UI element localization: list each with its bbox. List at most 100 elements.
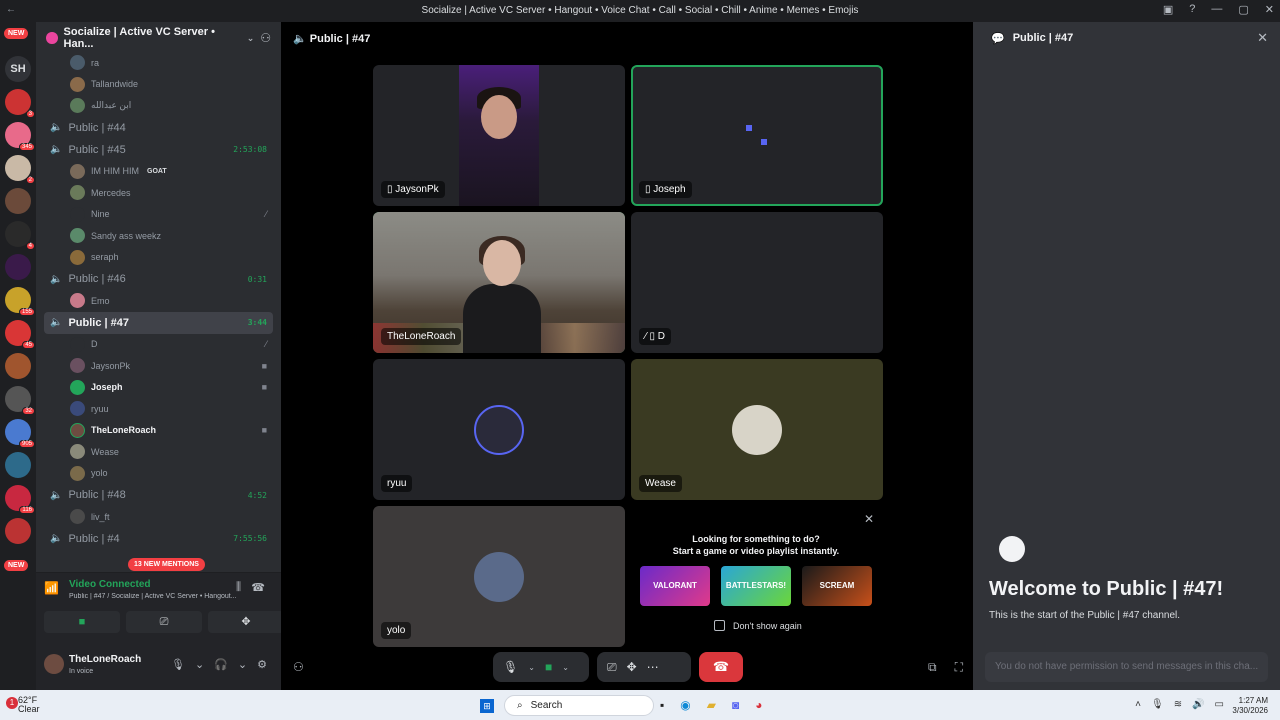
weather-icon[interactable]: 1 [6, 697, 18, 709]
chrome-icon[interactable]: ◕ [755, 698, 762, 712]
chevron-down-icon[interactable]: ⌄ [195, 658, 204, 671]
voice-user[interactable]: TheLoneRoach ■ [36, 420, 281, 442]
chevron-down-icon[interactable]: ⌄ [528, 663, 535, 672]
disconnect-button[interactable]: ☎ [699, 652, 743, 682]
maximize-button[interactable]: ▢ [1238, 3, 1248, 16]
server-icon-sh[interactable]: SH [5, 56, 31, 82]
more-icon[interactable]: ⋯ [647, 660, 659, 674]
wifi-icon[interactable]: ≋ [1174, 699, 1182, 710]
video-tile[interactable]: TheLoneRoach [373, 212, 625, 353]
video-tile[interactable]: ⁄ ▯ D [631, 212, 883, 353]
server-icon[interactable]: 345 [5, 122, 35, 151]
server-icon[interactable]: 116 [5, 485, 35, 514]
clock[interactable]: 1:27 AM 3/30/2026 [1232, 696, 1268, 716]
server-icon[interactable]: 3 [5, 89, 35, 118]
voice-user[interactable]: Nine ⁄ [36, 204, 281, 226]
voice-user[interactable]: Wease [36, 441, 281, 463]
video-tile[interactable]: Wease [631, 359, 883, 500]
taskbar-search[interactable]: ⌕ Search [504, 695, 654, 716]
voice-user[interactable]: JaysonPk ■ [36, 355, 281, 377]
server-header[interactable]: Socialize | Active VC Server • Han... ⌄ … [36, 22, 281, 54]
gear-icon[interactable]: ⚙ [257, 658, 267, 671]
volume-icon[interactable]: 🔊 [1192, 699, 1204, 710]
chevron-down-icon[interactable]: ⌄ [562, 663, 569, 672]
chevron-up-icon[interactable]: ˄ [1135, 699, 1141, 710]
voice-location[interactable]: Public | #47 / Socialize | Active VC Ser… [69, 593, 249, 600]
activity-card[interactable]: SCREAM [802, 566, 872, 606]
fullscreen-icon[interactable]: ⛶ [955, 660, 963, 675]
server-icon[interactable] [5, 353, 31, 379]
voice-channel-47[interactable]: 🔈 Public | #47 3:44 [44, 311, 273, 334]
voice-channel-49[interactable]: 🔈 Public | #4 7:55:56 [44, 528, 273, 550]
avatar[interactable] [44, 654, 64, 674]
server-icon[interactable]: 4 [5, 221, 35, 250]
voice-user[interactable]: seraph [36, 247, 281, 269]
voice-channel-46[interactable]: 🔈 Public | #46 0:31 [44, 268, 273, 290]
microphone-icon[interactable]: 🎙 [1151, 699, 1164, 710]
voice-user[interactable]: Emo [36, 290, 281, 312]
invite-people-icon[interactable]: ⚇ [260, 31, 271, 45]
voice-user[interactable]: Tallandwide [36, 74, 281, 96]
disconnect-icon[interactable]: ☎ [251, 581, 265, 594]
server-icon[interactable]: 155 [5, 287, 35, 316]
task-view-icon[interactable]: ▪ [660, 698, 664, 712]
screen-share-button[interactable]: ⎚ [126, 611, 202, 633]
mic-control[interactable]: 🎙 ⌄ ■ ⌄ [493, 652, 589, 682]
voice-user[interactable]: liv_ft [36, 506, 281, 528]
noise-suppression-icon[interactable]: ⫼ [236, 581, 241, 594]
help-icon[interactable]: ? [1189, 3, 1195, 16]
new-mentions-pill[interactable]: 13 NEW MENTIONS [128, 558, 205, 571]
popout-icon[interactable]: ⧉ [928, 660, 937, 675]
windows-start-icon[interactable]: ⊞ [480, 699, 494, 713]
server-icon[interactable]: 2 [5, 155, 35, 184]
voice-user[interactable]: Joseph ■ [36, 377, 281, 399]
activities-icon[interactable]: ✥ [627, 660, 637, 674]
headphones-icon[interactable]: 🎧 [214, 658, 228, 671]
activity-card[interactable]: BATTLESTARS! [721, 566, 791, 606]
activity-card[interactable]: VALORANT [640, 566, 710, 606]
voice-channel-44[interactable]: 🔈 Public | #44 [44, 117, 273, 139]
activities-button[interactable]: ✥ [208, 611, 284, 633]
battery-icon[interactable]: ▭ [1215, 699, 1224, 710]
voice-channel-48[interactable]: 🔈 Public | #48 4:52 [44, 484, 273, 506]
inbox-icon[interactable]: ▣ [1163, 3, 1173, 16]
dont-show-again-checkbox[interactable]: Don't show again [714, 620, 802, 631]
video-tile[interactable]: ryuu [373, 359, 625, 500]
server-icon[interactable] [5, 452, 31, 478]
server-icon[interactable] [5, 188, 31, 214]
video-tile[interactable]: ▯ JaysonPk [373, 65, 625, 206]
voice-user[interactable]: IM HIM HIM GOAT [36, 161, 281, 183]
voice-user[interactable]: Sandy ass weekz [36, 225, 281, 247]
add-people-icon[interactable]: ⚇ [293, 660, 304, 674]
screen-share-icon[interactable]: ⎚ [607, 660, 617, 675]
chevron-down-icon[interactable]: ⌄ [238, 658, 247, 671]
close-button[interactable]: ✕ [1265, 3, 1274, 16]
voice-user[interactable]: ابن عبدالله [36, 95, 281, 117]
server-icon[interactable]: 45 [5, 320, 35, 349]
file-explorer-icon[interactable]: ▰ [707, 698, 716, 712]
voice-user[interactable]: ryuu [36, 398, 281, 420]
weather-widget[interactable]: 62°F Clear [18, 696, 40, 714]
server-icon[interactable] [5, 254, 31, 280]
video-tile[interactable]: yolo [373, 506, 625, 647]
camera-button[interactable]: ■ [44, 611, 120, 633]
server-icon[interactable]: 32 [5, 386, 35, 415]
discord-icon[interactable]: ◙ [732, 698, 739, 712]
camera-icon[interactable]: ■ [545, 660, 552, 674]
close-icon[interactable]: ✕ [864, 512, 874, 526]
voice-user[interactable]: D ⁄ [36, 334, 281, 356]
voice-channel-45[interactable]: 🔈 Public | #45 2:53:08 [44, 139, 273, 161]
server-icon[interactable]: 905 [5, 419, 35, 448]
server-icon[interactable] [5, 518, 31, 544]
voice-user[interactable]: yolo [36, 463, 281, 485]
checkbox-box[interactable] [714, 620, 725, 631]
edge-icon[interactable]: ◉ [680, 698, 690, 712]
voice-user[interactable]: Mercedes [36, 182, 281, 204]
video-tile[interactable]: ▯ Joseph [631, 65, 883, 206]
minimize-button[interactable]: — [1211, 3, 1222, 16]
close-icon[interactable]: ✕ [1257, 30, 1268, 46]
signal-icon[interactable]: 📶 [44, 581, 59, 595]
voice-user[interactable]: ra [36, 54, 281, 74]
microphone-icon[interactable]: 🎙 [171, 658, 185, 671]
microphone-icon[interactable]: 🎙 [503, 660, 518, 674]
